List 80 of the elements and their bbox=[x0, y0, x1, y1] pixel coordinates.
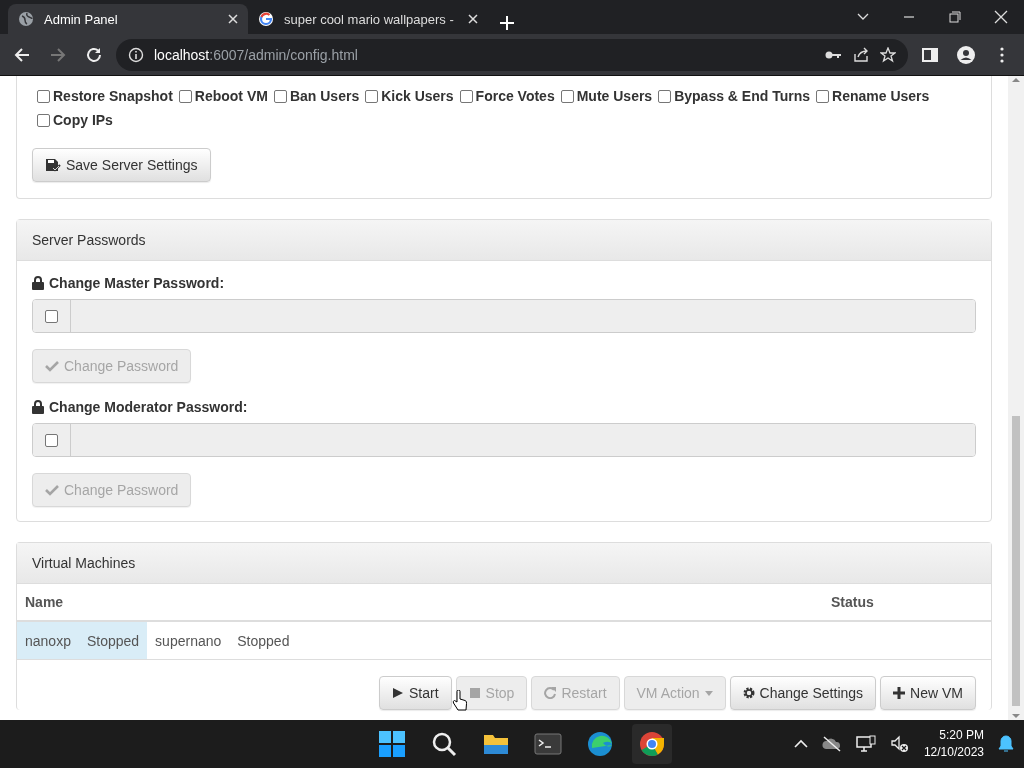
checkbox-label: Mute Users bbox=[576, 88, 653, 104]
table-row[interactable]: nanoxp Stopped bbox=[17, 622, 148, 659]
vm-button[interactable]: Start bbox=[379, 676, 452, 710]
checkbox-label: Kick Users bbox=[381, 88, 454, 104]
checkbox[interactable] bbox=[560, 89, 574, 103]
checkbox[interactable] bbox=[658, 89, 672, 103]
profile-icon[interactable] bbox=[957, 45, 975, 64]
browser-tab[interactable]: Admin Panel bbox=[8, 4, 248, 34]
checkbox[interactable] bbox=[273, 89, 287, 103]
search-icon[interactable] bbox=[430, 730, 458, 758]
side-panel-icon[interactable] bbox=[921, 45, 939, 64]
restart-icon bbox=[544, 687, 557, 699]
plus-icon bbox=[893, 687, 906, 699]
table-cell-text: Stopped bbox=[236, 632, 291, 651]
checkbox-label: Ban Users bbox=[289, 88, 360, 104]
check-icon bbox=[45, 360, 59, 372]
checkbox-label: Force Votes bbox=[475, 88, 555, 104]
close-icon[interactable] bbox=[228, 14, 238, 24]
checkbox[interactable] bbox=[459, 89, 473, 103]
lock-icon bbox=[32, 400, 44, 414]
checkbox[interactable] bbox=[37, 89, 50, 103]
vm-button[interactable]: Change Settings bbox=[729, 676, 877, 710]
browser-tab[interactable]: super cool mario wallpapers - bbox=[248, 4, 488, 34]
column-header: Name bbox=[25, 594, 64, 610]
field-label: Change Moderator Password: bbox=[49, 399, 248, 415]
bell-icon[interactable] bbox=[998, 735, 1014, 753]
terminal-icon[interactable] bbox=[534, 730, 562, 758]
table-row[interactable]: supernano Stopped bbox=[147, 622, 298, 659]
checkbox[interactable] bbox=[816, 89, 830, 103]
checkbox[interactable] bbox=[37, 113, 50, 127]
share-icon[interactable] bbox=[852, 46, 870, 63]
field-label: Change Master Password: bbox=[49, 275, 225, 291]
address-bar[interactable]: localhost:6007/admin/config.html bbox=[116, 38, 908, 71]
column-header: Status bbox=[831, 594, 875, 610]
clock[interactable]: 5:20 PM 12/10/2023 bbox=[923, 727, 984, 761]
forward-icon[interactable] bbox=[49, 45, 67, 64]
vm-button[interactable]: New VM bbox=[880, 676, 976, 710]
new-tab-icon[interactable] bbox=[500, 16, 514, 30]
speaker-muted-icon[interactable] bbox=[889, 735, 910, 753]
scrollbar[interactable] bbox=[1008, 76, 1024, 720]
network-icon[interactable] bbox=[855, 735, 876, 753]
panel-title: Virtual Machines bbox=[17, 543, 991, 584]
table-cell-text: nanoxp bbox=[24, 632, 72, 651]
checkbox-label: Copy IPs bbox=[53, 112, 113, 128]
play-icon bbox=[392, 687, 404, 699]
checkbox[interactable] bbox=[178, 89, 192, 103]
checkbox[interactable] bbox=[365, 89, 379, 103]
table-cell-text: supernano bbox=[154, 632, 223, 651]
checkbox-label: Bypass & End Turns bbox=[674, 88, 811, 104]
table-cell-text: Stopped bbox=[85, 632, 141, 651]
reload-icon[interactable] bbox=[85, 45, 103, 64]
tab-title: Admin Panel bbox=[44, 11, 119, 27]
stop-icon bbox=[468, 687, 481, 699]
tab-title: super cool mario wallpapers - bbox=[284, 11, 455, 27]
url-text: localhost:6007/admin/config.html bbox=[154, 46, 358, 63]
save-button[interactable]: Save Server Settings bbox=[32, 148, 211, 182]
checkbox-label: Restore Snapshot bbox=[53, 88, 173, 104]
start-icon[interactable] bbox=[378, 730, 406, 758]
save-icon bbox=[45, 158, 61, 172]
check-icon bbox=[45, 484, 59, 496]
caret-icon bbox=[704, 690, 713, 696]
edge-icon[interactable] bbox=[586, 730, 614, 758]
clock-time: 5:20 PM bbox=[939, 727, 984, 744]
cloud-off-icon[interactable] bbox=[821, 736, 842, 752]
close-icon[interactable] bbox=[468, 14, 478, 24]
lock-icon bbox=[32, 276, 44, 290]
gear-icon bbox=[742, 687, 755, 699]
clock-date: 12/10/2023 bbox=[923, 744, 984, 761]
globe-icon bbox=[18, 11, 34, 27]
back-icon[interactable] bbox=[13, 45, 31, 64]
checkbox-label: Reboot VM bbox=[194, 88, 268, 104]
info-icon bbox=[128, 46, 144, 63]
google-icon bbox=[258, 11, 274, 27]
checkbox-label: Rename Users bbox=[832, 88, 930, 104]
pointer-cursor-icon bbox=[452, 690, 468, 712]
scrollbar-thumb[interactable] bbox=[1012, 416, 1020, 706]
star-icon[interactable] bbox=[880, 46, 896, 63]
chrome-icon[interactable] bbox=[638, 730, 666, 758]
panel-title: Server Passwords bbox=[17, 220, 991, 261]
chevron-up-icon[interactable] bbox=[793, 739, 808, 749]
